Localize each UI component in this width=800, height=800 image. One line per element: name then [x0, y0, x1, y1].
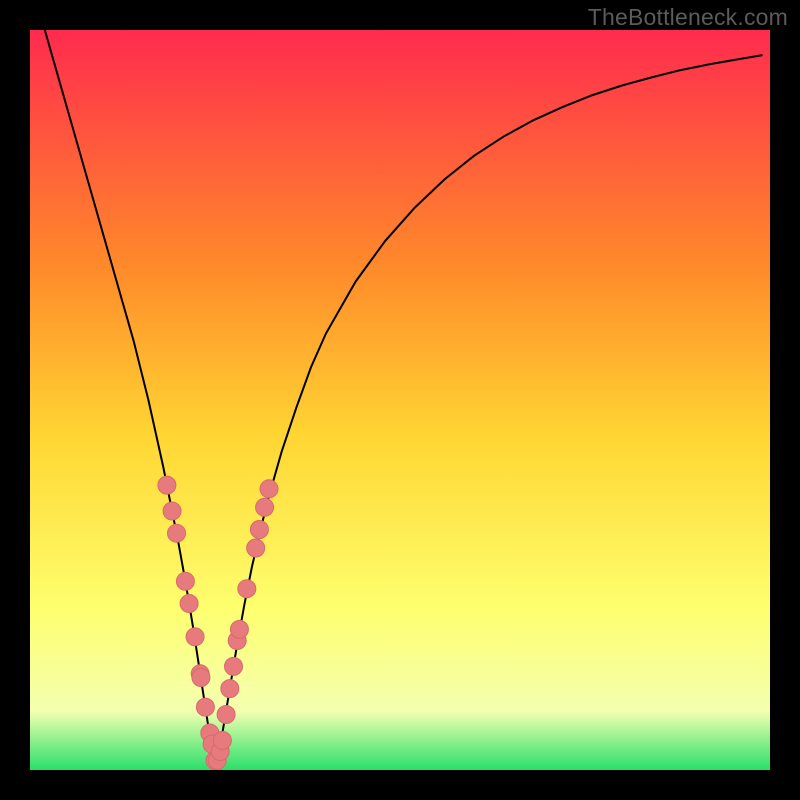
- data-point: [247, 539, 265, 557]
- watermark-text: TheBottleneck.com: [588, 4, 788, 31]
- data-point: [217, 706, 235, 724]
- data-point: [256, 498, 274, 516]
- data-point: [192, 669, 210, 687]
- data-point: [230, 620, 248, 638]
- data-point: [250, 521, 268, 539]
- data-point: [196, 698, 214, 716]
- data-point: [260, 480, 278, 498]
- bottleneck-chart: [30, 30, 770, 770]
- data-point: [225, 657, 243, 675]
- data-point: [238, 580, 256, 598]
- data-point: [158, 476, 176, 494]
- data-point: [168, 524, 186, 542]
- gradient-background: [30, 30, 770, 770]
- data-point: [180, 595, 198, 613]
- data-point: [163, 502, 181, 520]
- data-point: [213, 731, 231, 749]
- data-point: [221, 680, 239, 698]
- plot-area: [30, 30, 770, 770]
- data-point: [176, 572, 194, 590]
- chart-frame: TheBottleneck.com: [0, 0, 800, 800]
- data-point: [186, 628, 204, 646]
